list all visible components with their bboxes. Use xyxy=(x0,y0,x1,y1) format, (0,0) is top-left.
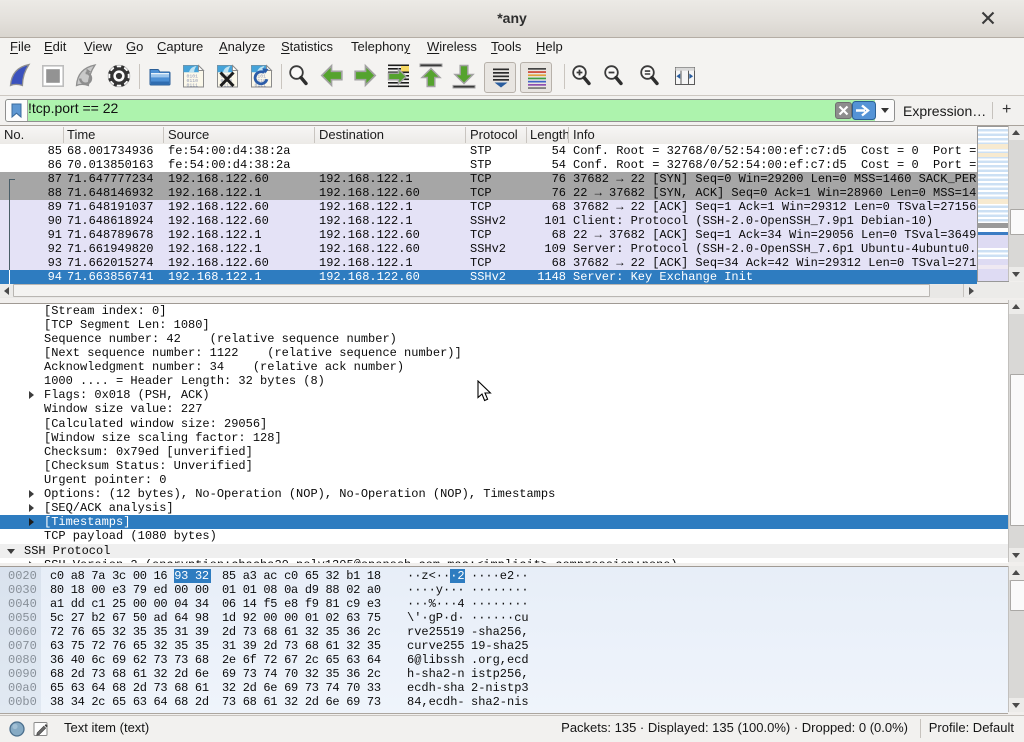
svg-text:0111: 0111 xyxy=(187,83,199,89)
